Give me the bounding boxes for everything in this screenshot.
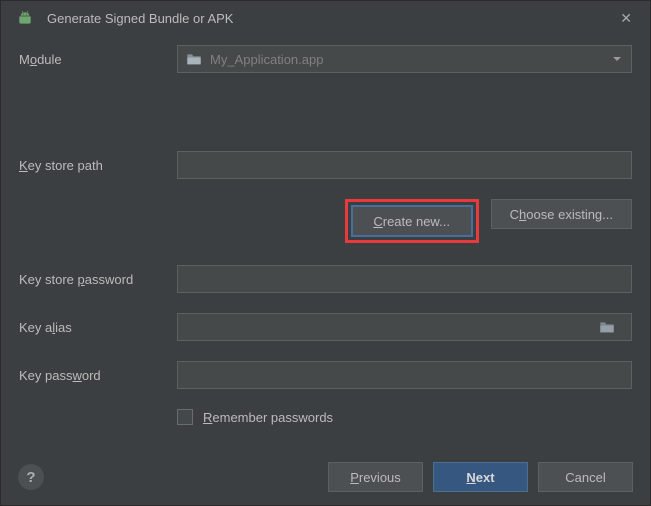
window-title: Generate Signed Bundle or APK	[47, 11, 614, 26]
highlight-annotation: Create new...	[345, 199, 479, 243]
keystore-password-input[interactable]	[177, 265, 632, 293]
key-alias-label: Key alias	[19, 320, 177, 335]
folder-open-icon[interactable]	[599, 320, 615, 334]
help-button[interactable]: ?	[18, 464, 44, 490]
remember-passwords-label: Remember passwords	[203, 410, 333, 425]
remember-passwords-checkbox[interactable]	[177, 409, 193, 425]
keystore-password-label: Key store password	[19, 272, 177, 287]
create-new-button[interactable]: Create new...	[352, 206, 472, 236]
module-select[interactable]: My_Application.app	[177, 45, 632, 73]
previous-button[interactable]: Previous	[328, 462, 423, 492]
module-label: Module	[19, 52, 177, 67]
key-password-input[interactable]	[177, 361, 632, 389]
module-value: My_Application.app	[210, 52, 323, 67]
chevron-down-icon	[613, 57, 621, 61]
keystore-path-input[interactable]	[177, 151, 632, 179]
close-icon[interactable]: ✕	[614, 6, 638, 31]
title-bar: Generate Signed Bundle or APK ✕	[1, 1, 650, 35]
cancel-button[interactable]: Cancel	[538, 462, 633, 492]
key-alias-input[interactable]	[177, 313, 632, 341]
folder-icon	[186, 52, 202, 66]
key-password-label: Key password	[19, 368, 177, 383]
choose-existing-button[interactable]: Choose existing...	[491, 199, 632, 229]
android-icon	[17, 10, 33, 26]
keystore-path-label: Key store path	[19, 158, 177, 173]
next-button[interactable]: Next	[433, 462, 528, 492]
